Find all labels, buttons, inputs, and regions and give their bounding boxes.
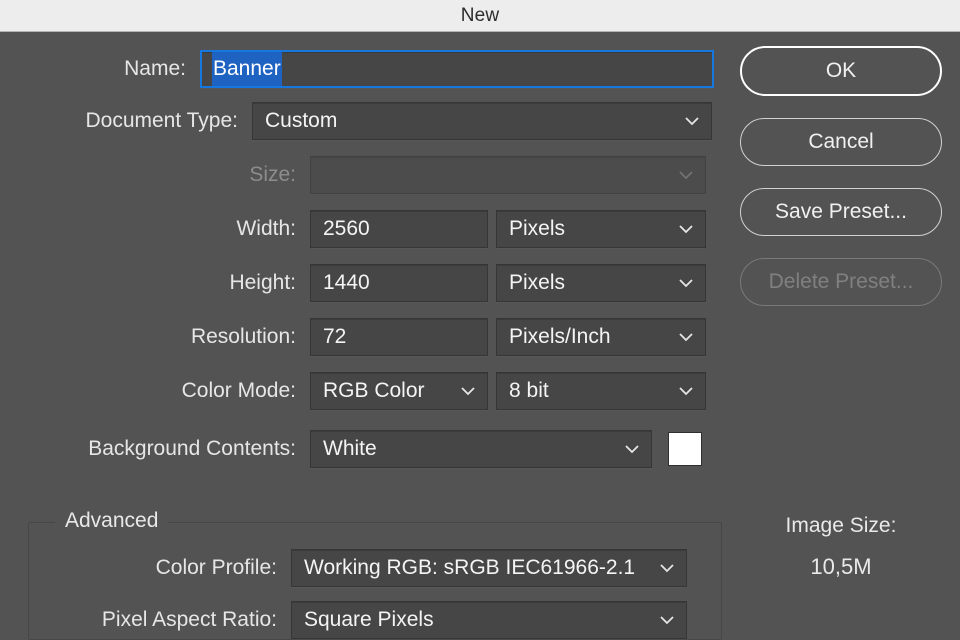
ok-button[interactable]: OK <box>740 46 942 96</box>
height-unit-value: Pixels <box>509 271 669 295</box>
height-label: Height: <box>28 271 310 295</box>
chevron-down-icon <box>679 386 693 396</box>
chevron-down-icon <box>679 278 693 288</box>
chevron-down-icon <box>679 332 693 342</box>
pixel-aspect-value: Square Pixels <box>304 608 650 632</box>
color-depth-dropdown[interactable]: 8 bit <box>496 372 706 410</box>
width-label: Width: <box>28 217 310 241</box>
cancel-button[interactable]: Cancel <box>740 118 942 166</box>
width-input[interactable]: 2560 <box>310 210 488 248</box>
chevron-down-icon <box>660 615 674 625</box>
chevron-down-icon <box>660 563 674 573</box>
width-unit-value: Pixels <box>509 217 669 241</box>
bg-contents-dropdown[interactable]: White <box>310 430 652 468</box>
ok-button-label: OK <box>826 59 856 83</box>
save-preset-button-label: Save Preset... <box>775 200 907 224</box>
document-settings-group: Document Type: Custom Size: <box>28 102 722 500</box>
size-label: Size: <box>28 163 310 187</box>
size-dropdown[interactable] <box>310 156 706 194</box>
color-profile-value: Working RGB: sRGB IEC61966-2.1 <box>304 556 650 580</box>
form-column: Name: Banner Document Type: Custom <box>10 46 722 640</box>
bg-contents-value: White <box>323 437 615 461</box>
height-unit-dropdown[interactable]: Pixels <box>496 264 706 302</box>
resolution-unit-value: Pixels/Inch <box>509 325 669 349</box>
document-type-value: Custom <box>265 109 675 133</box>
side-column: OK Cancel Save Preset... Delete Preset..… <box>722 46 942 640</box>
save-preset-button[interactable]: Save Preset... <box>740 188 942 236</box>
image-size-label: Image Size: <box>740 514 942 538</box>
name-input-value: Banner <box>212 52 282 86</box>
color-mode-dropdown[interactable]: RGB Color <box>310 372 488 410</box>
document-type-label: Document Type: <box>0 109 252 133</box>
bg-color-swatch[interactable] <box>668 432 702 466</box>
chevron-down-icon <box>679 170 693 180</box>
pixel-aspect-label: Pixel Aspect Ratio: <box>29 608 291 632</box>
resolution-unit-dropdown[interactable]: Pixels/Inch <box>496 318 706 356</box>
color-profile-dropdown[interactable]: Working RGB: sRGB IEC61966-2.1 <box>291 549 687 587</box>
document-type-dropdown[interactable]: Custom <box>252 102 712 140</box>
delete-preset-button: Delete Preset... <box>740 258 942 306</box>
image-size-block: Image Size: 10,5M <box>740 344 942 640</box>
cancel-button-label: Cancel <box>808 130 873 154</box>
color-mode-label: Color Mode: <box>28 379 310 403</box>
color-profile-label: Color Profile: <box>29 556 291 580</box>
chevron-down-icon <box>625 444 639 454</box>
advanced-legend: Advanced <box>55 509 168 533</box>
dialog-title: New <box>0 0 960 32</box>
color-mode-value: RGB Color <box>323 379 451 403</box>
advanced-group: Advanced Color Profile: Working RGB: sRG… <box>28 522 722 640</box>
pixel-aspect-dropdown[interactable]: Square Pixels <box>291 601 687 639</box>
resolution-input[interactable]: 72 <box>310 318 488 356</box>
dialog-body: Name: Banner Document Type: Custom <box>0 32 960 640</box>
resolution-label: Resolution: <box>28 325 310 349</box>
color-depth-value: 8 bit <box>509 379 669 403</box>
width-value: 2560 <box>323 217 370 241</box>
chevron-down-icon <box>679 224 693 234</box>
resolution-value: 72 <box>323 325 346 349</box>
height-value: 1440 <box>323 271 370 295</box>
image-size-value: 10,5M <box>740 554 942 580</box>
dialog-title-text: New <box>461 5 500 27</box>
chevron-down-icon <box>685 116 699 126</box>
delete-preset-button-label: Delete Preset... <box>769 270 914 294</box>
height-input[interactable]: 1440 <box>310 264 488 302</box>
name-label: Name: <box>10 57 200 81</box>
chevron-down-icon <box>461 386 475 396</box>
new-document-dialog: New Name: Banner Document Type: C <box>0 0 960 640</box>
name-input[interactable]: Banner <box>200 50 714 88</box>
width-unit-dropdown[interactable]: Pixels <box>496 210 706 248</box>
bg-contents-label: Background Contents: <box>28 437 310 461</box>
